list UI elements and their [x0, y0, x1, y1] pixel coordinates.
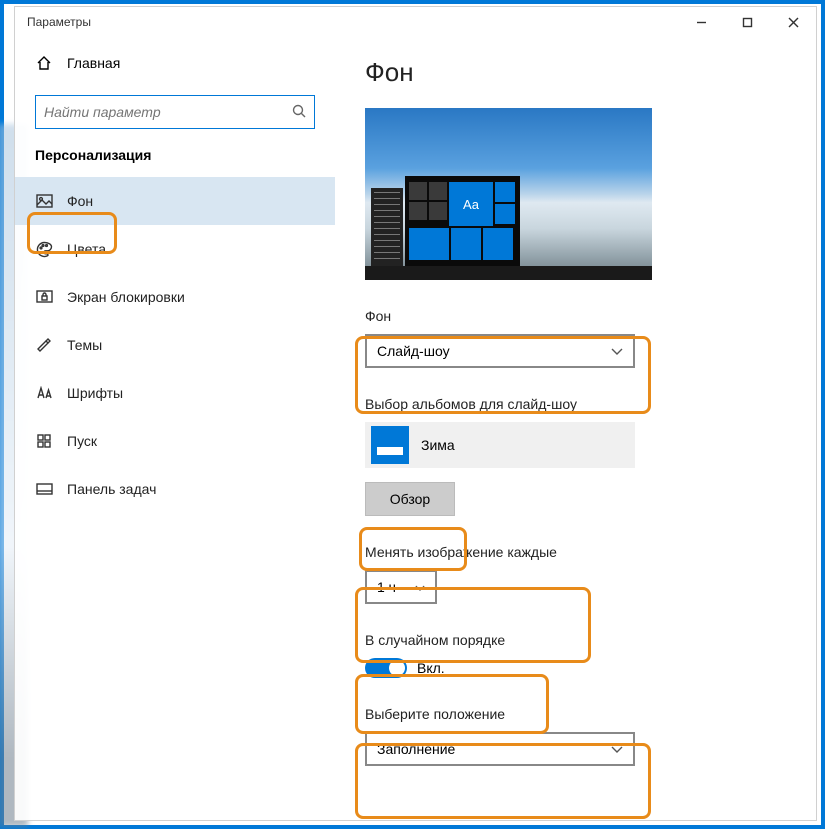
chevron-down-icon: [415, 579, 425, 595]
sidebar-item-label: Темы: [67, 337, 102, 353]
window-title: Параметры: [27, 15, 91, 29]
sidebar-item-label: Панель задач: [67, 481, 156, 497]
album-name: Зима: [421, 437, 455, 453]
main-panel: Фон Aa Фон Слайд-шоу: [335, 37, 816, 820]
shuffle-toggle[interactable]: [365, 658, 407, 678]
chevron-down-icon: [611, 343, 623, 359]
album-section: Выбор альбомов для слайд-шоу Зима Обзор: [365, 396, 786, 516]
start-icon: [35, 434, 53, 449]
shuffle-state: Вкл.: [417, 660, 445, 676]
album-label: Выбор альбомов для слайд-шоу: [365, 396, 786, 412]
home-icon: [35, 55, 53, 71]
palette-icon: [35, 241, 53, 258]
sidebar-item-background[interactable]: Фон: [15, 177, 335, 225]
background-type-section: Фон Слайд-шоу: [365, 308, 786, 368]
preview-start-menu: Aa: [405, 176, 520, 266]
sidebar-item-colors[interactable]: Цвета: [15, 225, 335, 273]
search-input[interactable]: [44, 104, 292, 120]
drive-icon: [371, 426, 409, 464]
taskbar-icon: [35, 483, 53, 495]
sidebar-item-label: Фон: [67, 193, 93, 209]
search-box[interactable]: [35, 95, 315, 129]
home-label: Главная: [67, 55, 120, 71]
sidebar-item-lockscreen[interactable]: Экран блокировки: [15, 273, 335, 321]
sidebar-item-taskbar[interactable]: Панель задач: [15, 465, 335, 513]
dropdown-value: Заполнение: [377, 741, 455, 757]
desktop-preview: Aa: [365, 108, 652, 280]
preview-window: [371, 188, 403, 266]
sidebar-item-fonts[interactable]: Шрифты: [15, 369, 335, 417]
background-type-dropdown[interactable]: Слайд-шоу: [365, 334, 635, 368]
fit-label: Выберите положение: [365, 706, 786, 722]
sidebar-item-themes[interactable]: Темы: [15, 321, 335, 369]
fonts-icon: [35, 386, 53, 400]
picture-icon: [35, 194, 53, 208]
dropdown-value: Слайд-шоу: [377, 343, 450, 359]
preview-sample-tile: Aa: [449, 182, 493, 226]
fit-dropdown[interactable]: Заполнение: [365, 732, 635, 766]
preview-taskbar: [365, 266, 652, 280]
window-controls: [678, 7, 816, 37]
close-button[interactable]: [770, 7, 816, 37]
interval-section: Менять изображение каждые 1 ч: [365, 544, 786, 604]
interval-dropdown[interactable]: 1 ч: [365, 570, 437, 604]
app-frame: Параметры Главная Персонализация: [0, 0, 825, 829]
sidebar: Главная Персонализация Фон Цвета: [15, 37, 335, 820]
chevron-down-icon: [611, 741, 623, 757]
sidebar-item-start[interactable]: Пуск: [15, 417, 335, 465]
browse-label: Обзор: [390, 491, 430, 507]
sidebar-item-label: Экран блокировки: [67, 289, 185, 305]
shuffle-label: В случайном порядке: [365, 632, 786, 648]
themes-icon: [35, 337, 53, 353]
shuffle-section: В случайном порядке Вкл.: [365, 632, 786, 678]
browse-button[interactable]: Обзор: [365, 482, 455, 516]
dropdown-value: 1 ч: [377, 579, 396, 595]
sidebar-item-label: Пуск: [67, 433, 97, 449]
category-heading: Персонализация: [15, 147, 335, 177]
background-type-label: Фон: [365, 308, 786, 324]
page-title: Фон: [365, 57, 786, 88]
minimize-button[interactable]: [678, 7, 724, 37]
maximize-button[interactable]: [724, 7, 770, 37]
sidebar-item-label: Шрифты: [67, 385, 123, 401]
lockscreen-icon: [35, 290, 53, 304]
album-row[interactable]: Зима: [365, 422, 635, 468]
fit-section: Выберите положение Заполнение: [365, 706, 786, 766]
interval-label: Менять изображение каждые: [365, 544, 786, 560]
sidebar-item-label: Цвета: [67, 241, 106, 257]
settings-window: Параметры Главная Персонализация: [14, 6, 817, 821]
search-icon: [292, 104, 306, 121]
home-link[interactable]: Главная: [15, 47, 335, 79]
